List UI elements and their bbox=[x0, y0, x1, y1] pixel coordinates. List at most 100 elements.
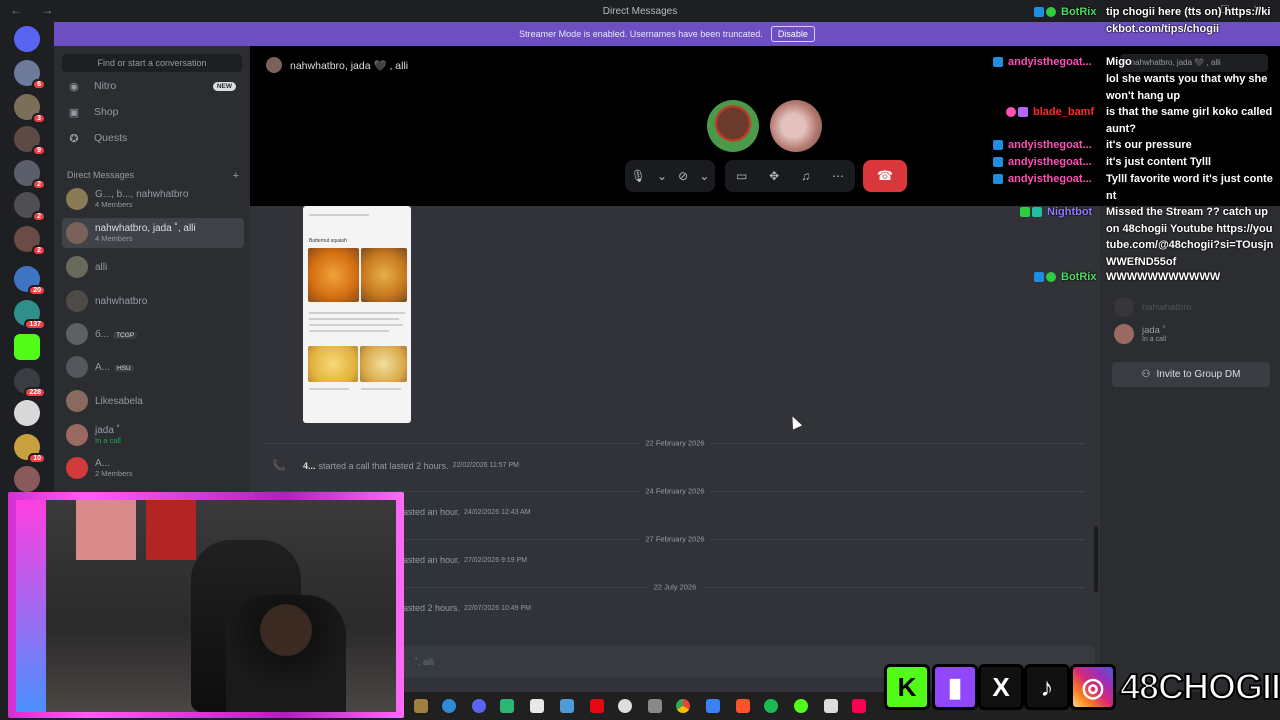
server-icon[interactable]: 2 bbox=[14, 192, 46, 222]
date-divider: 22 February 2026 bbox=[265, 438, 1085, 448]
server-icon[interactable]: 10 bbox=[14, 434, 46, 464]
quests-nav[interactable]: ✪ Quests bbox=[62, 127, 242, 149]
chrome-icon[interactable] bbox=[676, 699, 690, 713]
dm-name: nahwhatbro bbox=[95, 295, 148, 307]
tiktok-icon[interactable] bbox=[852, 699, 866, 713]
server-icon[interactable]: 228 bbox=[14, 368, 46, 398]
avatar bbox=[66, 188, 88, 210]
call-participant-avatar[interactable] bbox=[707, 100, 759, 152]
dm-item[interactable]: nahwhatbro bbox=[62, 286, 244, 316]
message-text: asted an hour. bbox=[403, 555, 461, 565]
text-line bbox=[309, 388, 349, 390]
dm-name: jada ˚ bbox=[95, 425, 121, 436]
server-icon[interactable] bbox=[14, 466, 40, 492]
social-handles-overlay: K ▮ X ♪ ◎ 48CHOGII bbox=[882, 660, 1280, 714]
avatar bbox=[66, 457, 88, 479]
nitro-icon: ◉ bbox=[69, 80, 79, 93]
dm-item[interactable]: A... 2 Members bbox=[62, 453, 244, 483]
message-author[interactable]: 4... bbox=[303, 461, 316, 471]
streamer-mode-banner: Streamer Mode is enabled. Usernames have… bbox=[54, 22, 1280, 46]
server-icon[interactable]: 9 bbox=[14, 126, 46, 156]
nitro-nav[interactable]: ◉ Nitro NEW bbox=[62, 75, 242, 97]
quests-label: Quests bbox=[94, 132, 128, 144]
file-icon[interactable] bbox=[530, 699, 544, 713]
member-item[interactable]: jada ˚ In a call bbox=[1114, 324, 1166, 344]
create-dm-button[interactable]: + bbox=[233, 170, 239, 182]
server-icon[interactable]: 137 bbox=[14, 300, 46, 330]
chevron-down-icon[interactable]: ⌄ bbox=[699, 169, 709, 183]
message-text: started a call that lasted 2 hours. bbox=[318, 460, 449, 471]
kick-server-icon[interactable] bbox=[14, 334, 40, 360]
app-icon[interactable] bbox=[794, 699, 808, 713]
image-attachment[interactable]: Butternut squash bbox=[303, 206, 411, 423]
more-icon[interactable]: ⋯ bbox=[832, 169, 844, 183]
microphone-icon[interactable]: 🎙 bbox=[631, 169, 646, 183]
home-server-icon[interactable] bbox=[14, 26, 40, 52]
streamer-person bbox=[226, 595, 346, 712]
avatar bbox=[66, 222, 88, 244]
dm-sidebar: Find or start a conversation ◉ Nitro NEW… bbox=[54, 46, 250, 492]
edge-icon[interactable] bbox=[442, 699, 456, 713]
app-icon[interactable] bbox=[414, 699, 428, 713]
app-icon[interactable] bbox=[706, 699, 720, 713]
history-nav-icons[interactable]: ← → bbox=[10, 3, 61, 17]
netflix-icon[interactable] bbox=[590, 699, 604, 713]
timestamp: 27/02/2026 9:19 PM bbox=[464, 556, 528, 564]
x-icon: X bbox=[978, 664, 1024, 710]
file-icon[interactable] bbox=[824, 699, 838, 713]
member-name: nahwhatbro bbox=[1142, 301, 1192, 313]
app-icon[interactable] bbox=[618, 699, 632, 713]
chat-message: Missed the Stream ?? catch up on 48chogi… bbox=[1106, 206, 1274, 268]
shop-nav[interactable]: ▣ Shop bbox=[62, 101, 242, 123]
dm-item[interactable]: Likesabela bbox=[62, 386, 244, 416]
server-icon[interactable]: 3 bbox=[14, 94, 46, 124]
moderator-badge-icon bbox=[1034, 272, 1044, 282]
dm-name: б... bbox=[95, 328, 110, 340]
date-divider-label: 27 February 2026 bbox=[639, 534, 711, 544]
server-icon[interactable] bbox=[14, 400, 40, 426]
dm-item[interactable]: б... TCGP bbox=[62, 319, 244, 349]
app-icon[interactable] bbox=[500, 699, 514, 713]
disable-streamer-mode-button[interactable]: Disable bbox=[770, 26, 815, 42]
disconnect-call-button[interactable]: ☎ bbox=[863, 160, 907, 192]
avatar bbox=[66, 323, 88, 345]
stream-chat-line: andyisthegoat... bbox=[993, 137, 1102, 154]
dm-item[interactable]: G..., b..., nahwhatbro 4 Members bbox=[62, 184, 244, 214]
moderator-badge-icon bbox=[1020, 207, 1030, 217]
chat-username: BotRix bbox=[1061, 271, 1097, 283]
call-participant-avatar[interactable] bbox=[770, 100, 822, 152]
in-call-status: In a call bbox=[95, 436, 121, 445]
server-icon[interactable]: 20 bbox=[14, 266, 46, 296]
text-line bbox=[309, 324, 403, 326]
app-icon[interactable] bbox=[560, 699, 574, 713]
activities-icon[interactable]: ✥ bbox=[769, 169, 779, 183]
server-icon[interactable]: 2 bbox=[14, 226, 46, 256]
kick-icon: K bbox=[884, 664, 930, 710]
server-icon[interactable]: 2 bbox=[14, 160, 46, 190]
stream-chat-line: BotRix bbox=[1034, 4, 1099, 21]
member-item[interactable]: nahwhatbro bbox=[1114, 297, 1192, 317]
spotify-icon[interactable] bbox=[764, 699, 778, 713]
invite-to-group-dm-button[interactable]: ⚇ Invite to Group DM bbox=[1112, 362, 1270, 387]
screen-share-icon[interactable]: ▭ bbox=[736, 169, 747, 183]
moderator-badge-icon bbox=[1034, 7, 1044, 17]
dm-item[interactable]: alli bbox=[62, 252, 244, 282]
app-icon[interactable] bbox=[648, 699, 662, 713]
brave-icon[interactable] bbox=[736, 699, 750, 713]
chevron-down-icon[interactable]: ⌄ bbox=[657, 169, 667, 183]
camera-off-icon[interactable]: ⊘ bbox=[678, 169, 688, 183]
find-conversation-input[interactable]: Find or start a conversation bbox=[62, 54, 242, 72]
text-line bbox=[361, 388, 401, 390]
chat-message: is that the same girl koko called aunt? bbox=[1106, 106, 1273, 135]
dm-item[interactable]: A... HSU bbox=[62, 352, 244, 382]
dm-item[interactable]: jada ˚ In a call bbox=[62, 420, 244, 450]
chat-message: WWWWWWWWWWW bbox=[1106, 271, 1221, 283]
heart-badge-icon bbox=[1006, 107, 1016, 117]
chat-scrollbar[interactable] bbox=[1094, 526, 1098, 592]
dm-item-active[interactable]: nahwhatbro, jada ˚, alli 4 Members bbox=[62, 218, 244, 248]
server-icon[interactable]: 6 bbox=[14, 60, 46, 90]
discord-icon[interactable] bbox=[472, 699, 486, 713]
soundboard-icon[interactable]: ♫ bbox=[801, 169, 810, 183]
server-tag: HSU bbox=[114, 364, 134, 372]
webcam-overlay bbox=[8, 492, 404, 718]
